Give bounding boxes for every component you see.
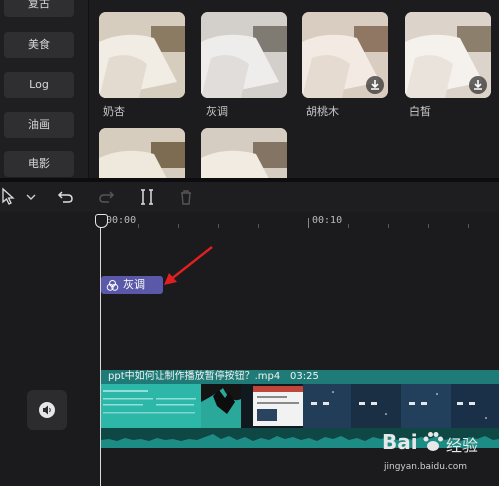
- speaker-icon: [39, 402, 55, 418]
- watermark-url: jingyan.baidu.com: [384, 462, 468, 472]
- filter-label: 奶杏: [103, 105, 125, 118]
- ruler-tick: [468, 224, 469, 228]
- ruler-tick: [258, 224, 259, 228]
- annotation-arrow: [164, 246, 213, 285]
- select-pointer-icon[interactable]: [0, 187, 20, 207]
- category-item[interactable]: 美食: [4, 32, 74, 58]
- ruler-tick: [428, 224, 429, 228]
- ruler-tick: [218, 224, 219, 228]
- video-clip-duration: 03:25: [290, 371, 319, 382]
- filter-clip-label: 灰调: [123, 278, 145, 291]
- category-item[interactable]: 油画: [4, 112, 74, 138]
- watermark-brand-cn: 经验: [446, 436, 479, 455]
- category-item[interactable]: 电影: [4, 151, 74, 177]
- ruler-tick: [348, 224, 349, 228]
- filter-thumbnail[interactable]: [302, 12, 388, 98]
- filter-thumbnail[interactable]: [99, 128, 185, 178]
- filter-thumbnail[interactable]: [201, 12, 287, 98]
- watermark-brand: Bai: [382, 430, 418, 454]
- category-item[interactable]: Log: [4, 72, 74, 98]
- baidu-watermark: Bai 经验 jingyan.baidu.com: [380, 430, 499, 486]
- filter-preview-image: [201, 128, 287, 178]
- filter-effect-icon: [106, 280, 119, 291]
- redo-icon[interactable]: [96, 187, 116, 207]
- filter-thumbnail[interactable]: [201, 128, 287, 178]
- ruler-time-label: 00:00: [106, 215, 137, 226]
- download-icon[interactable]: [469, 76, 487, 94]
- playhead-line[interactable]: [100, 216, 101, 486]
- filter-label: 灰调: [206, 105, 228, 118]
- playhead-handle[interactable]: [95, 214, 108, 228]
- timeline-toolbar: [0, 182, 499, 212]
- category-item[interactable]: 复古: [4, 0, 74, 17]
- filter-preview-image: [99, 128, 185, 178]
- download-icon[interactable]: [366, 76, 384, 94]
- filter-label: 白皙: [409, 105, 431, 118]
- paw-icon: [423, 432, 443, 451]
- track-audio-button[interactable]: [27, 390, 67, 430]
- video-clip-name: ppt中如何让制作播放暂停按钮？.mp4: [108, 371, 281, 382]
- filter-panel: 复古 美食 Log 油画 电影 奶杏 灰调 胡桃木 白皙: [0, 0, 499, 178]
- filter-preview-image: [99, 12, 185, 98]
- category-sidebar: 复古 美食 Log 油画 电影: [0, 0, 89, 178]
- ruler-tick: [388, 224, 389, 228]
- filter-preview-image: [201, 12, 287, 98]
- video-clip-header: ppt中如何让制作播放暂停按钮？.mp4 03:25: [101, 370, 499, 384]
- filter-thumbnail[interactable]: [99, 12, 185, 98]
- delete-icon[interactable]: [176, 187, 196, 207]
- split-icon[interactable]: [137, 187, 157, 207]
- ruler-major-tick: [308, 218, 309, 228]
- filter-label: 胡桃木: [306, 105, 339, 118]
- undo-icon[interactable]: [56, 187, 76, 207]
- time-ruler[interactable]: 00:00 00:10: [98, 212, 499, 228]
- filter-clip[interactable]: 灰调: [101, 276, 163, 294]
- ruler-tick: [138, 224, 139, 228]
- ruler-time-label: 00:10: [312, 215, 343, 226]
- chevron-down-icon[interactable]: [22, 187, 42, 207]
- ruler-tick: [178, 224, 179, 228]
- filter-thumbnail[interactable]: [405, 12, 491, 98]
